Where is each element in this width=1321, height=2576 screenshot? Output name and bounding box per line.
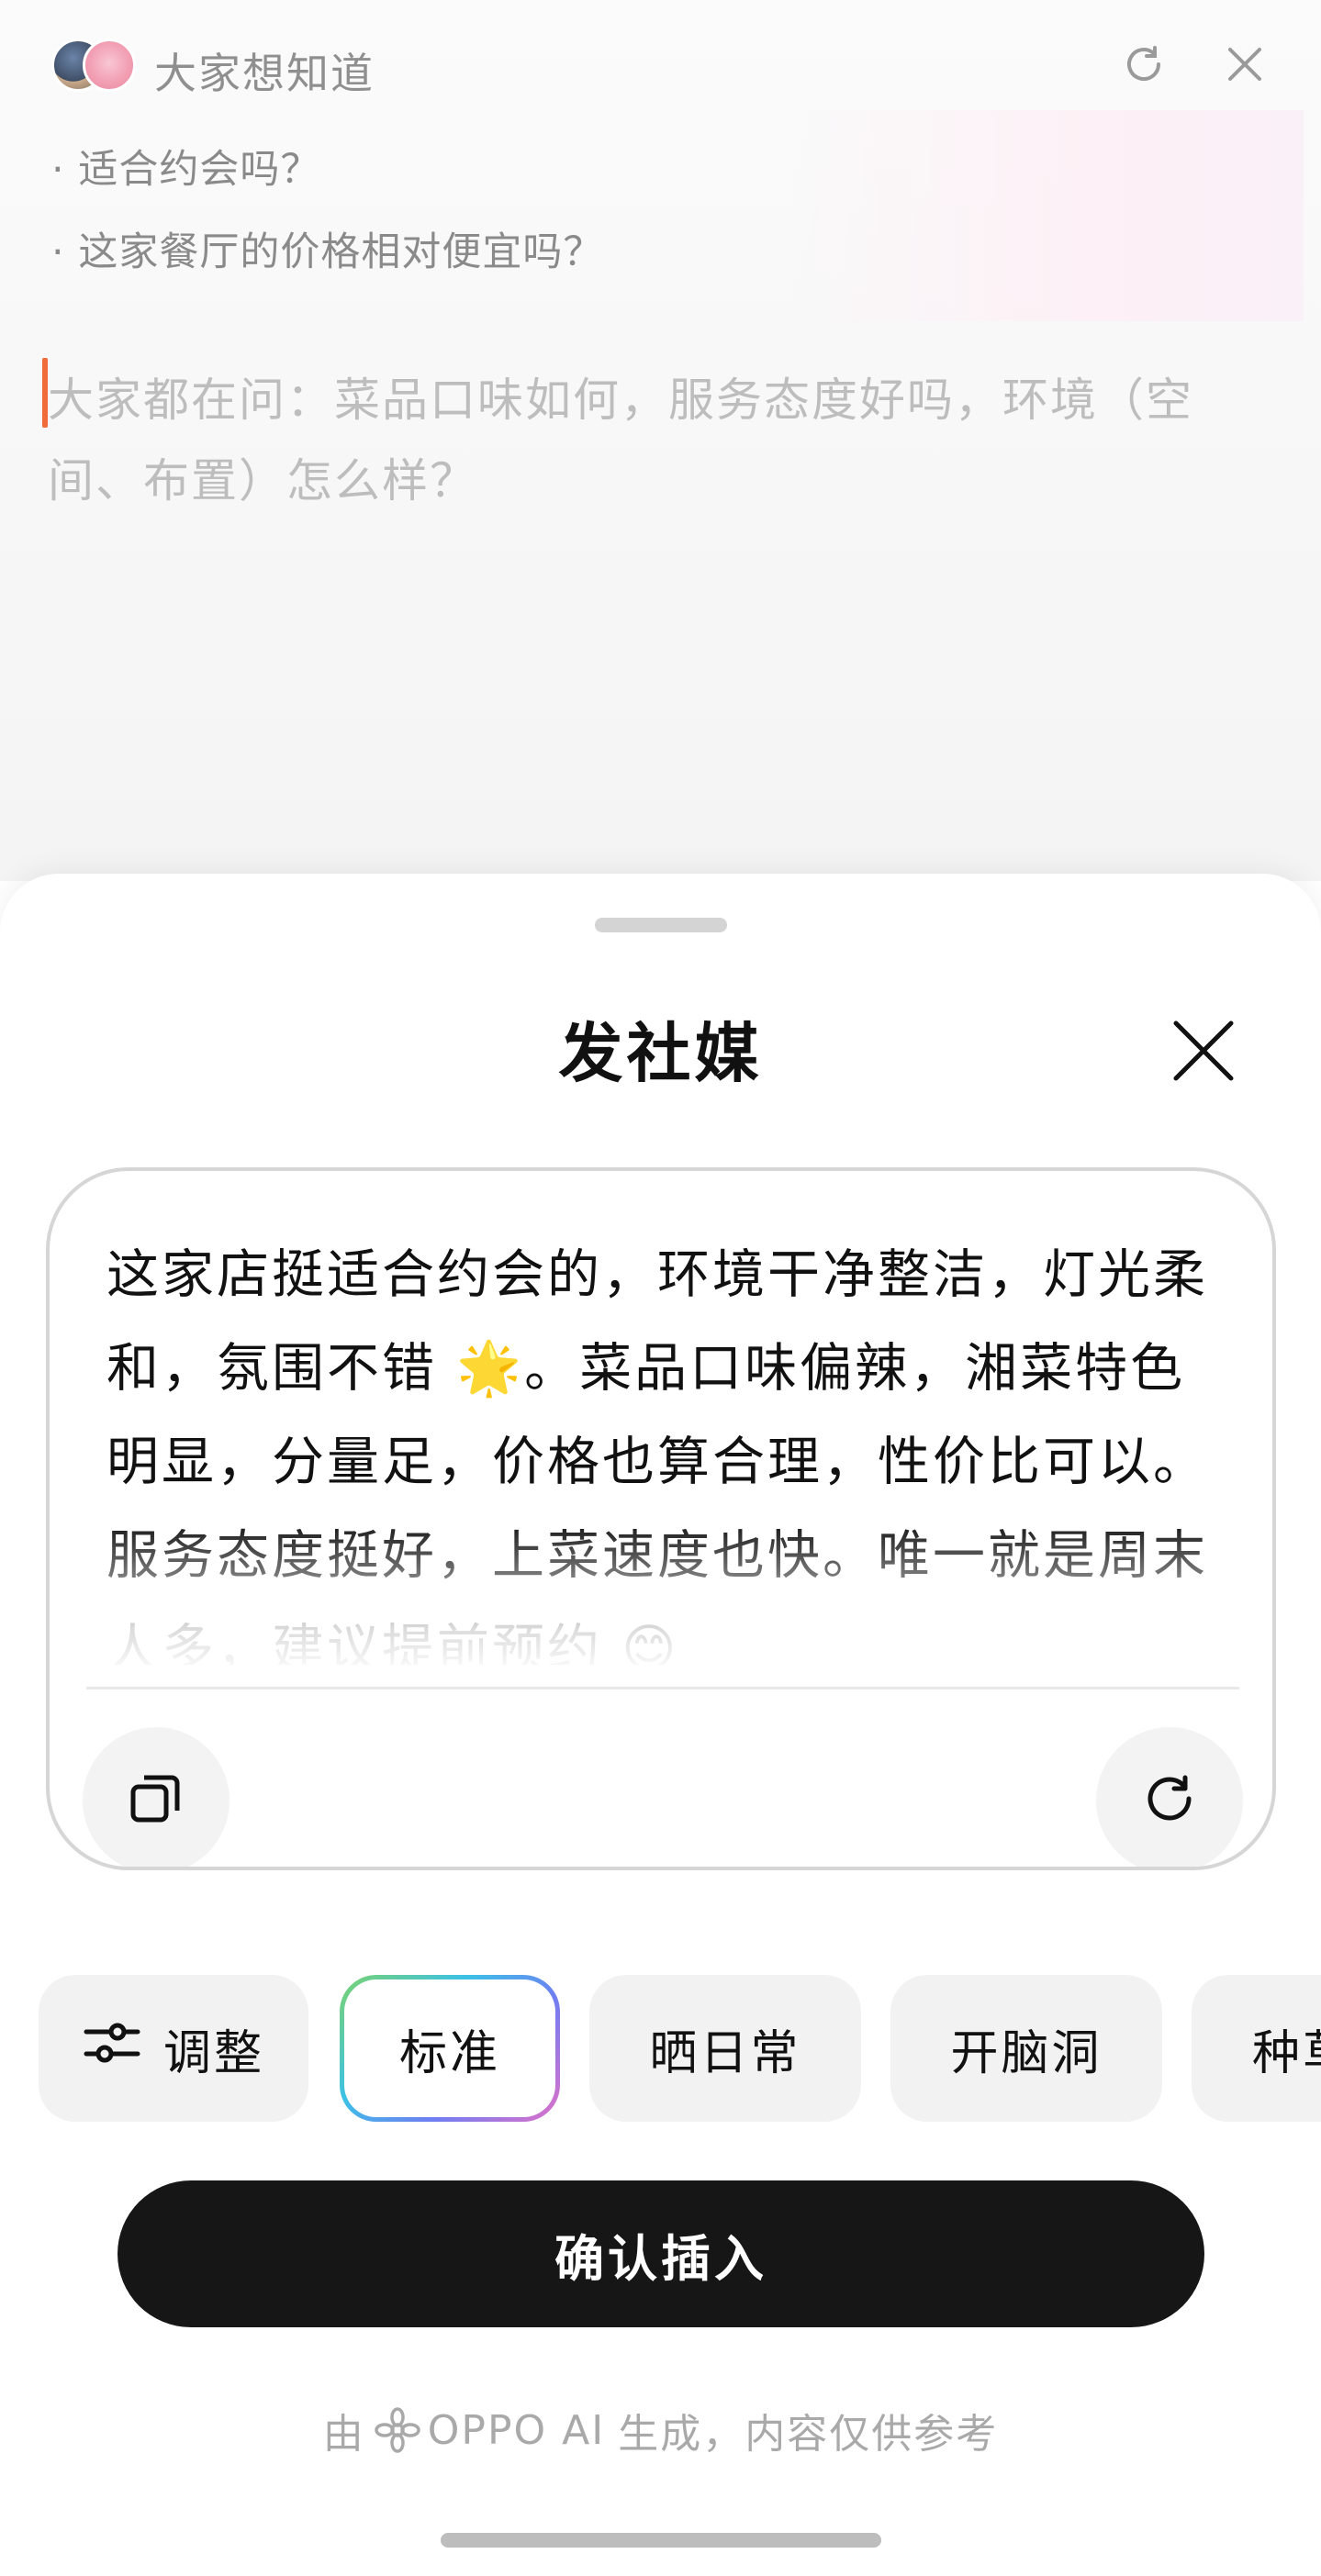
disclaimer-brand: OPPO AI xyxy=(427,2406,606,2454)
adjust-chip-label: 调整 xyxy=(162,2025,264,2081)
social-post-sheet: 发社媒 这家店挺适合约会的，环境干净整洁，灯光柔和，氛围不错 🌟。菜品口味偏辣，… xyxy=(0,874,1321,2576)
question-item[interactable]: · 适合约会吗？ xyxy=(51,138,320,195)
ai-disclaimer: 由 OPPO AI 生成，内容仅供参考 xyxy=(0,2401,1321,2459)
style-chip-standard[interactable]: 标准 xyxy=(340,1975,560,2122)
background-header-title: 大家想知道 xyxy=(154,49,375,98)
copy-icon xyxy=(128,1770,185,1831)
style-chip-brainstorm[interactable]: 开脑洞 xyxy=(890,1975,1162,2122)
background-header: 大家想知道 xyxy=(51,33,1272,98)
close-icon[interactable] xyxy=(1162,1009,1245,1092)
home-indicator[interactable] xyxy=(441,2533,881,2548)
generated-content-card: 这家店挺适合约会的，环境干净整洁，灯光柔和，氛围不错 🌟。菜品口味偏辣，湘菜特色… xyxy=(46,1167,1276,1870)
copy-button[interactable] xyxy=(83,1727,229,1867)
confirm-insert-button[interactable]: 确认插入 xyxy=(118,2180,1204,2327)
avatar-group xyxy=(51,39,140,94)
generated-text[interactable]: 这家店挺适合约会的，环境干净整洁，灯光柔和，氛围不错 🌟。菜品口味偏辣，湘菜特色… xyxy=(106,1228,1226,1665)
regenerate-button[interactable] xyxy=(1096,1727,1243,1867)
sheet-title: 发社媒 xyxy=(558,1016,763,1091)
refresh-icon[interactable] xyxy=(1116,37,1171,92)
regenerate-icon xyxy=(1141,1770,1198,1831)
style-chip-daily[interactable]: 晒日常 xyxy=(589,1975,861,2122)
question-item[interactable]: · 这家餐厅的价格相对便宜吗？ xyxy=(51,220,603,277)
style-chip-recommend[interactable]: 种草 xyxy=(1192,1975,1321,2122)
oppo-ai-logo-icon xyxy=(375,2407,420,2453)
drag-handle[interactable] xyxy=(595,918,727,932)
disclaimer-prefix: 由 xyxy=(322,2411,365,2458)
divider xyxy=(86,1687,1239,1689)
sliders-icon xyxy=(83,2019,141,2079)
background-tint xyxy=(789,110,1304,321)
input-placeholder[interactable]: 大家都在问：菜品口味如何，服务态度好吗，环境（空间、布置）怎么样？ xyxy=(48,360,1278,521)
disclaimer-suffix: 生成，内容仅供参考 xyxy=(618,2411,999,2458)
avatar xyxy=(83,39,136,92)
style-chip-row: 调整 标准 晒日常 开脑洞 种草 xyxy=(0,1975,1321,2131)
background-page: 大家想知道 · 适合约会吗？ · 这家餐厅的价格相对便宜吗？ 大家都在问：菜品口… xyxy=(0,0,1321,881)
close-icon[interactable] xyxy=(1217,37,1272,92)
adjust-chip[interactable]: 调整 xyxy=(39,1975,308,2122)
